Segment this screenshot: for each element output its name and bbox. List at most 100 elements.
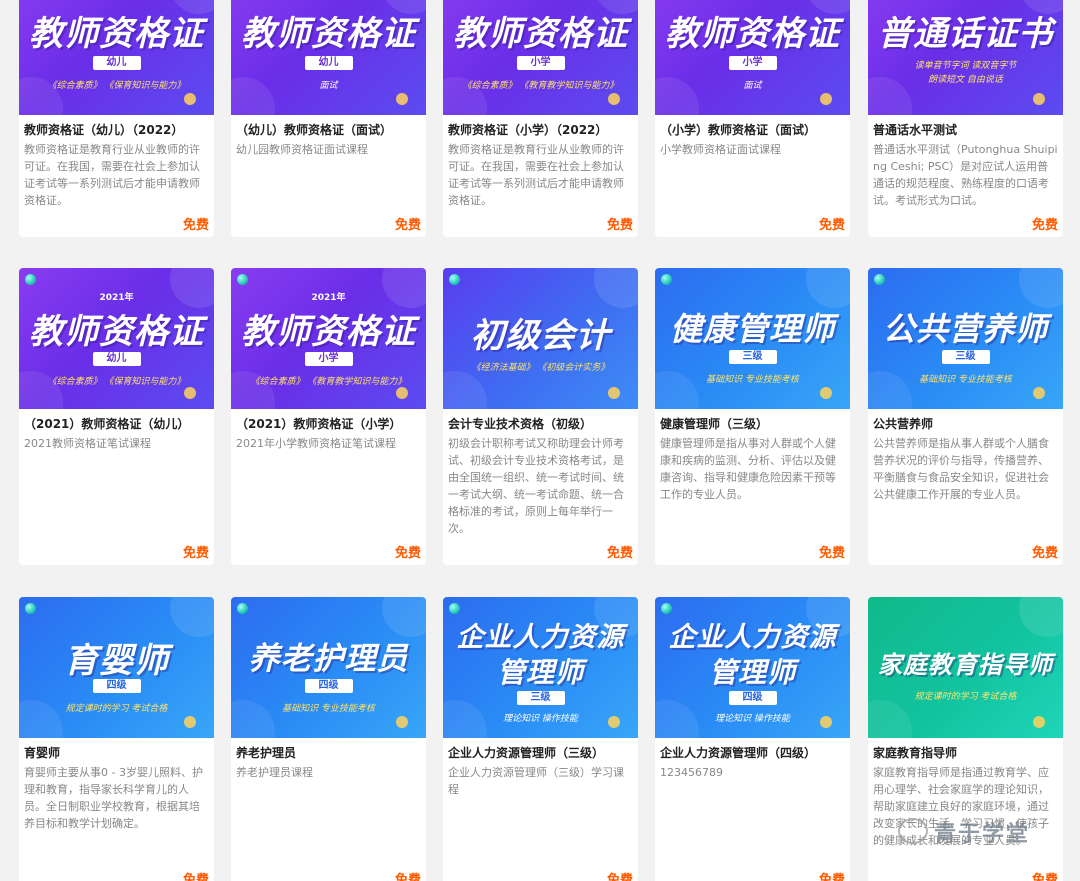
course-description: 初级会计职称考试又称助理会计师考试、初级会计专业技术资格考试，是由全国统一组织、… (448, 437, 624, 535)
price-label: 免费 (606, 546, 633, 561)
course-description: 育婴师主要从事0 - 3岁婴儿照料、护理和教育，指导家长科学育儿的人员。全日制职… (24, 766, 203, 830)
course-banner: 企业人力资源 管理师 四级 理论知识 操作技能 (655, 597, 850, 738)
banner-title: 教师资格证 (29, 312, 204, 352)
banner-tag: 四级 (728, 691, 777, 705)
course-card[interactable]: 教师资格证 幼儿 面试 （幼儿）教师资格证（面试） 幼儿园教师资格证面试课程 免… (231, 0, 426, 237)
course-banner: 教师资格证 小学 《综合素质》 《教育教学知识与能力》 (443, 0, 638, 115)
price-label: 免费 (1031, 873, 1058, 881)
banner-subtitle-2: 朗读短文 自由说话 (928, 75, 1003, 85)
course-description: 幼儿园教师资格证面试课程 (236, 143, 368, 156)
banner-title: 养老护理员 (248, 641, 409, 677)
banner-title: 教师资格证 (453, 14, 628, 54)
course-banner: 企业人力资源 管理师 三级 理论知识 操作技能 (443, 597, 638, 738)
banner-subtitle: 《综合素质》 《教育教学知识与能力》 (462, 81, 619, 91)
course-banner: 养老护理员 四级 基础知识 专业技能考核 (231, 597, 426, 738)
course-banner: 教师资格证 小学 面试 (655, 0, 850, 115)
course-banner: 教师资格证 幼儿 面试 (231, 0, 426, 115)
course-title: 企业人力资源管理师（四级） (660, 746, 817, 760)
course-card[interactable]: 健康管理师 三级 基础知识 专业技能考核 健康管理师（三级） 健康管理师是指从事… (655, 268, 850, 565)
course-title: （2021）教师资格证（幼儿） (24, 417, 190, 431)
price-label: 免费 (394, 546, 421, 561)
banner-year: 2021年 (311, 293, 346, 303)
course-title: 健康管理师（三级） (660, 417, 769, 431)
price-label: 免费 (606, 873, 633, 881)
course-title: 育婴师 (24, 746, 61, 760)
dot-decoration-icon (25, 274, 36, 285)
course-banner: 初级会计 《经济法基础》 《初级会计实务》 (443, 268, 638, 409)
banner-title-2: 管理师 (496, 656, 584, 689)
banner-subtitle: 《经济法基础》 《初级会计实务》 (471, 363, 610, 373)
course-title: （幼儿）教师资格证（面试） (236, 123, 393, 137)
course-description: 健康管理师是指从事对人群或个人健康和疾病的监测、分析、评估以及健康咨询、指导和健… (660, 437, 836, 501)
banner-tag: 三级 (941, 350, 990, 364)
banner-title: 教师资格证 (29, 14, 204, 54)
banner-subtitle: 基础知识 专业技能考核 (919, 375, 1012, 385)
course-card[interactable]: 初级会计 《经济法基础》 《初级会计实务》 会计专业技术资格（初级） 初级会计职… (443, 268, 638, 565)
course-description: 教师资格证是教育行业从业教师的许可证。在我国，需要在社会上参加认证考试等一系列测… (448, 143, 624, 207)
dot-decoration-icon (237, 274, 248, 285)
course-title: 家庭教育指导师 (873, 746, 958, 760)
dot-decoration-icon (25, 603, 36, 614)
course-banner: 家庭教育指导师 规定课时的学习 考试合格 (868, 597, 1063, 738)
course-title: 教师资格证（幼儿）（2022） (24, 123, 184, 137)
price-label: 免费 (606, 218, 633, 233)
watermark: 青于学堂 (898, 814, 1058, 850)
course-title: 普通话水平测试 (873, 123, 958, 137)
banner-tag: 幼儿 (304, 56, 353, 70)
price-label: 免费 (1031, 546, 1058, 561)
course-card[interactable]: 2021年 教师资格证 幼儿 《综合素质》 《保育知识与能力》 （2021）教师… (19, 268, 214, 565)
course-card[interactable]: 教师资格证 小学 面试 （小学）教师资格证（面试） 小学教师资格证面试课程 免费 (655, 0, 850, 237)
banner-title: 育婴师 (64, 641, 169, 681)
banner-subtitle: 读单音节字词 读双音字节 (914, 61, 1017, 71)
price-label: 免费 (1031, 218, 1058, 233)
banner-subtitle: 《综合素质》 《保育知识与能力》 (47, 377, 186, 387)
banner-tag: 小学 (304, 352, 353, 366)
dot-decoration-icon (661, 603, 672, 614)
banner-subtitle: 基础知识 专业技能考核 (706, 375, 799, 385)
course-card[interactable]: 教师资格证 小学 《综合素质》 《教育教学知识与能力》 教师资格证（小学）（20… (443, 0, 638, 237)
course-card[interactable]: 养老护理员 四级 基础知识 专业技能考核 养老护理员 养老护理员课程 免费 (231, 597, 426, 881)
banner-tag: 小学 (516, 56, 565, 70)
banner-title: 教师资格证 (241, 312, 416, 352)
banner-tag: 四级 (92, 679, 141, 693)
banner-subtitle: 《综合素质》 《教育教学知识与能力》 (250, 377, 407, 387)
course-title: 养老护理员 (236, 746, 297, 760)
course-card[interactable]: 企业人力资源 管理师 三级 理论知识 操作技能 企业人力资源管理师（三级） 企业… (443, 597, 638, 881)
dot-decoration-icon (237, 603, 248, 614)
course-banner: 普通话证书 读单音节字词 读双音字节 朗读短文 自由说话 (868, 0, 1063, 115)
course-description: 企业人力资源管理师（三级）学习课程 (448, 766, 624, 796)
banner-year: 2021年 (99, 293, 134, 303)
course-card[interactable]: 企业人力资源 管理师 四级 理论知识 操作技能 企业人力资源管理师（四级） 12… (655, 597, 850, 881)
course-card[interactable]: 公共营养师 三级 基础知识 专业技能考核 公共营养师 公共营养师是指从事人群或个… (868, 268, 1063, 565)
course-title: （2021）教师资格证（小学） (236, 417, 402, 431)
course-card[interactable]: 普通话证书 读单音节字词 读双音字节 朗读短文 自由说话 普通话水平测试 普通话… (868, 0, 1063, 237)
banner-title: 初级会计 (470, 316, 611, 356)
dot-decoration-icon (449, 274, 460, 285)
course-banner: 教师资格证 幼儿 《综合素质》 《保育知识与能力》 (19, 0, 214, 115)
course-banner: 2021年 教师资格证 幼儿 《综合素质》 《保育知识与能力》 (19, 268, 214, 409)
dot-decoration-icon (661, 274, 672, 285)
course-description: 小学教师资格证面试课程 (660, 143, 781, 156)
wechat-icon (898, 818, 928, 844)
course-grid: 教师资格证 幼儿 《综合素质》 《保育知识与能力》 教师资格证（幼儿）（2022… (0, 0, 1080, 881)
price-label: 免费 (182, 218, 209, 233)
banner-tag: 四级 (304, 679, 353, 693)
course-title: 教师资格证（小学）（2022） (448, 123, 608, 137)
banner-title: 家庭教育指导师 (878, 651, 1053, 679)
course-banner: 2021年 教师资格证 小学 《综合素质》 《教育教学知识与能力》 (231, 268, 426, 409)
course-card[interactable]: 教师资格证 幼儿 《综合素质》 《保育知识与能力》 教师资格证（幼儿）（2022… (19, 0, 214, 237)
price-label: 免费 (182, 873, 209, 881)
course-description: 公共营养师是指从事人群或个人膳食营养状况的评价与指导，传播营养、平衡膳食与食品安… (873, 437, 1049, 501)
banner-subtitle: 规定课时的学习 考试合格 (65, 704, 168, 714)
banner-title: 教师资格证 (241, 14, 416, 54)
course-title: 会计专业技术资格（初级） (448, 417, 593, 431)
banner-title: 普通话证书 (878, 14, 1053, 54)
price-label: 免费 (818, 218, 845, 233)
price-label: 免费 (818, 546, 845, 561)
course-description: 普通话水平测试（Putonghua Shuiping Ceshi; PSC）是对… (873, 143, 1058, 207)
banner-subtitle: 面试 (319, 81, 338, 91)
course-card[interactable]: 2021年 教师资格证 小学 《综合素质》 《教育教学知识与能力》 （2021）… (231, 268, 426, 565)
course-title: 企业人力资源管理师（三级） (448, 746, 605, 760)
banner-title: 企业人力资源 (456, 622, 625, 653)
course-card[interactable]: 育婴师 四级 规定课时的学习 考试合格 育婴师 育婴师主要从事0 - 3岁婴儿照… (19, 597, 214, 881)
